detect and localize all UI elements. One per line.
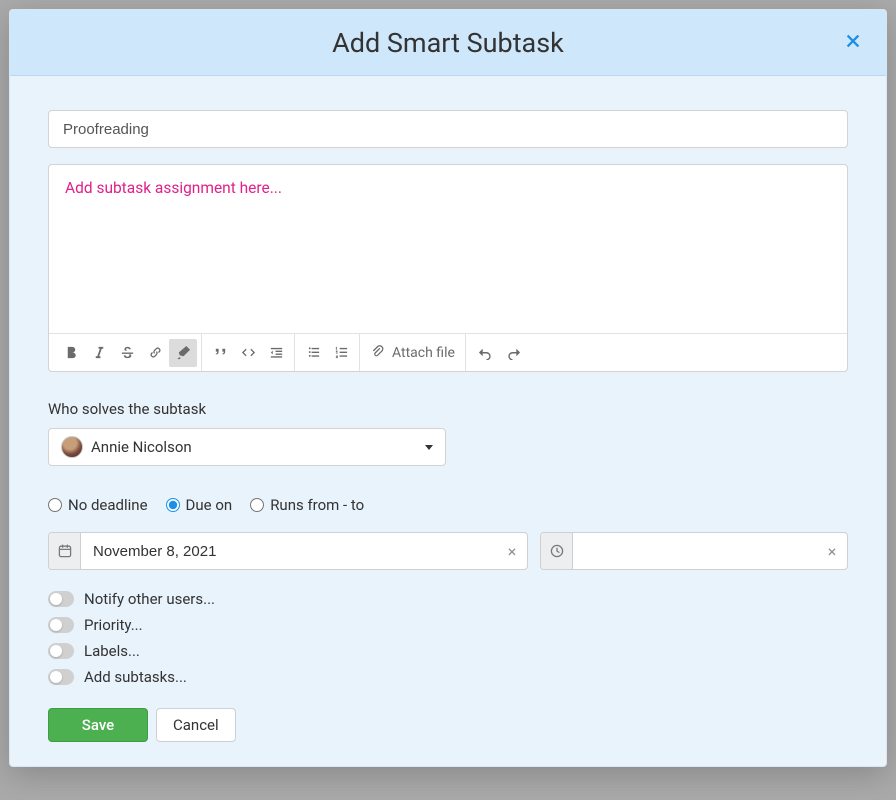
toggle-labels-row: Labels... [48,642,848,660]
due-time-input[interactable] [573,533,817,569]
outdent-icon[interactable] [262,339,290,367]
radio-due-on[interactable]: Due on [166,496,233,514]
radio-no-deadline-input[interactable] [48,498,62,512]
editor-toolbar: Attach file [49,333,847,371]
assignee-select[interactable]: Annie Nicolson [48,428,446,466]
radio-no-deadline[interactable]: No deadline [48,496,148,514]
avatar [61,436,83,458]
highlight-icon[interactable] [169,339,197,367]
radio-no-deadline-label: No deadline [68,496,148,514]
subtask-title-input[interactable] [48,110,848,148]
clear-date-icon[interactable]: × [497,533,527,569]
due-date-input[interactable] [81,533,497,569]
radio-runs-from-to[interactable]: Runs from - to [250,496,364,514]
bullet-list-icon[interactable] [299,339,327,367]
toggle-list: Notify other users... Priority... Labels… [48,590,848,686]
description-placeholder: Add subtask assignment here... [65,179,282,197]
bold-icon[interactable] [57,339,85,367]
toggle-priority-row: Priority... [48,616,848,634]
assignee-name: Annie Nicolson [91,438,425,456]
toggle-notify-row: Notify other users... [48,590,848,608]
close-icon[interactable] [842,30,864,52]
quote-icon[interactable] [206,339,234,367]
toggle-subtasks-row: Add subtasks... [48,668,848,686]
add-subtask-modal: Add Smart Subtask Add subtask assignment… [9,9,887,767]
modal-title: Add Smart Subtask [332,27,564,59]
cancel-button[interactable]: Cancel [156,708,236,742]
toggle-notify-label: Notify other users... [84,590,215,608]
description-editor: Add subtask assignment here... [48,164,848,372]
strikethrough-icon[interactable] [113,339,141,367]
assignee-label: Who solves the subtask [48,400,848,418]
due-time-field: × [540,532,848,570]
toggle-labels-label: Labels... [84,642,140,660]
attach-file-label: Attach file [392,345,455,361]
italic-icon[interactable] [85,339,113,367]
redo-icon[interactable] [500,339,528,367]
radio-runs-from-to-input[interactable] [250,498,264,512]
numbered-list-icon[interactable] [327,339,355,367]
toggle-notify[interactable] [48,591,74,607]
radio-due-on-label: Due on [186,496,233,514]
toggle-priority[interactable] [48,617,74,633]
save-button[interactable]: Save [48,708,148,742]
modal-body: Add subtask assignment here... [10,76,886,766]
code-icon[interactable] [234,339,262,367]
modal-header: Add Smart Subtask [10,10,886,76]
toggle-subtasks-label: Add subtasks... [84,668,187,686]
clock-icon[interactable] [541,533,573,569]
radio-due-on-input[interactable] [166,498,180,512]
due-date-field: × [48,532,528,570]
description-textarea[interactable]: Add subtask assignment here... [49,165,847,333]
clear-time-icon[interactable]: × [817,533,847,569]
toggle-priority-label: Priority... [84,616,143,634]
calendar-icon[interactable] [49,533,81,569]
link-icon[interactable] [141,339,169,367]
chevron-down-icon [425,445,433,450]
toggle-labels[interactable] [48,643,74,659]
date-time-row: × × [48,532,848,570]
deadline-radio-group: No deadline Due on Runs from - to [48,496,848,514]
undo-icon[interactable] [472,339,500,367]
action-buttons: Save Cancel [48,708,848,742]
attach-file-button[interactable]: Attach file [360,334,466,371]
radio-runs-from-to-label: Runs from - to [270,496,364,514]
toggle-subtasks[interactable] [48,669,74,685]
